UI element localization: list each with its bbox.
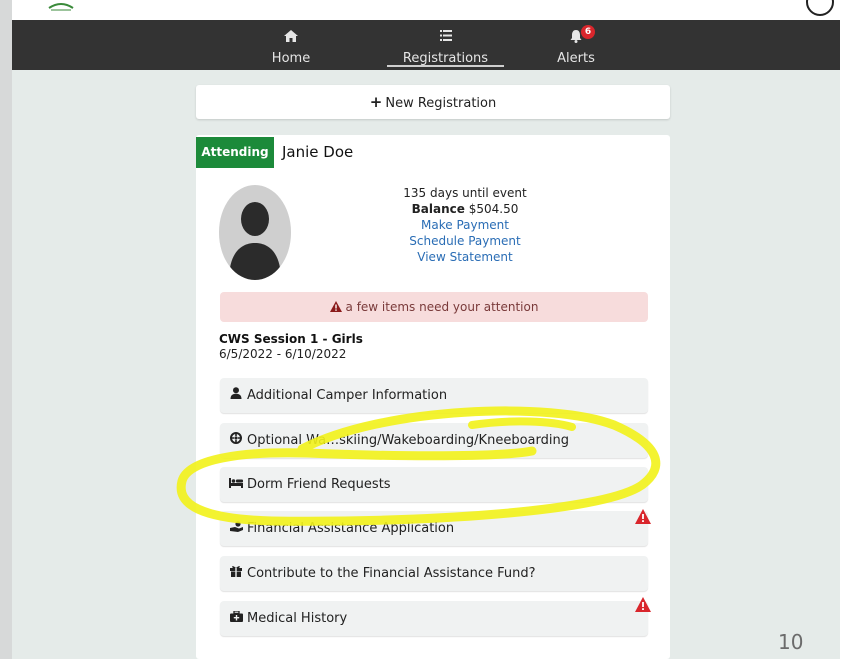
nav-bar: Home Registrations 6 Alerts [12,20,840,70]
list-icon [439,30,452,41]
task-label: Financial Assistance Application [247,521,455,536]
nav-alerts-label: Alerts [557,51,595,66]
attending-status-badge: Attending [196,137,274,168]
schedule-payment-link[interactable]: Schedule Payment [360,233,570,249]
right-frame [840,0,852,659]
balance-line: Balance $504.50 [360,201,570,217]
medkit-icon [229,610,243,622]
life-ring-icon [230,432,242,444]
task-contribute-financial-assistance-fund[interactable]: Contribute to the Financial Assistance F… [220,556,648,591]
task-label: Contribute to the Financial Assistance F… [247,566,536,581]
left-frame [0,0,12,659]
gift-icon [230,566,242,577]
balance-value: $504.50 [468,202,519,216]
medical-history-warning-icon [635,597,651,612]
new-registration-label: New Registration [385,96,497,111]
session-dates: 6/5/2022 - 6/10/2022 [219,347,347,361]
balance-label: Balance [411,202,465,216]
view-statement-link[interactable]: View Statement [360,249,570,265]
nav-home-label: Home [271,51,311,66]
alerts-count-badge: 6 [581,25,595,39]
camper-photo-placeholder [219,185,291,280]
user-icon [230,387,242,399]
task-optional-waterskiing[interactable]: Optional Wa…skiing/Wakeboarding/Kneeboar… [220,423,648,458]
task-label: Additional Camper Information [247,388,448,403]
warning-icon [329,301,342,312]
active-tab-indicator [387,65,504,67]
plus-icon: + [369,93,383,111]
nav-registrations-label: Registrations [402,51,489,66]
nav-alerts[interactable]: 6 Alerts [547,20,605,70]
registration-summary: 135 days until event Balance $504.50 Mak… [360,185,570,265]
bed-icon [229,478,243,488]
camper-name: Janie Doe [282,143,354,161]
top-header-strip [12,0,840,20]
task-medical-history[interactable]: Medical History [220,601,648,636]
task-financial-assistance-application[interactable]: Financial Assistance Application [220,511,648,546]
hand-holding-icon [229,521,243,532]
task-dorm-friend-requests[interactable]: Dorm Friend Requests [220,467,648,502]
task-label: Medical History [247,611,348,626]
days-until-event: 135 days until event [403,186,527,200]
attention-alert: a few items need your attention [220,292,648,322]
person-silhouette-icon [229,202,281,280]
financial-assistance-warning-icon [635,509,651,524]
logo-icon [48,3,74,11]
task-label: Dorm Friend Requests [247,477,391,492]
session-title: CWS Session 1 - Girls [219,332,363,346]
home-icon [284,30,298,42]
nav-home[interactable]: Home [262,20,320,70]
slide-page-number: 10 [778,630,804,654]
task-additional-camper-information[interactable]: Additional Camper Information [220,378,648,413]
make-payment-link[interactable]: Make Payment [360,217,570,233]
nav-registrations[interactable]: Registrations [387,20,504,70]
new-registration-button[interactable]: + New Registration [196,85,670,119]
task-label: Optional Wa…skiing/Wakeboarding/Kneeboar… [247,433,569,448]
attention-text: a few items need your attention [345,300,539,314]
